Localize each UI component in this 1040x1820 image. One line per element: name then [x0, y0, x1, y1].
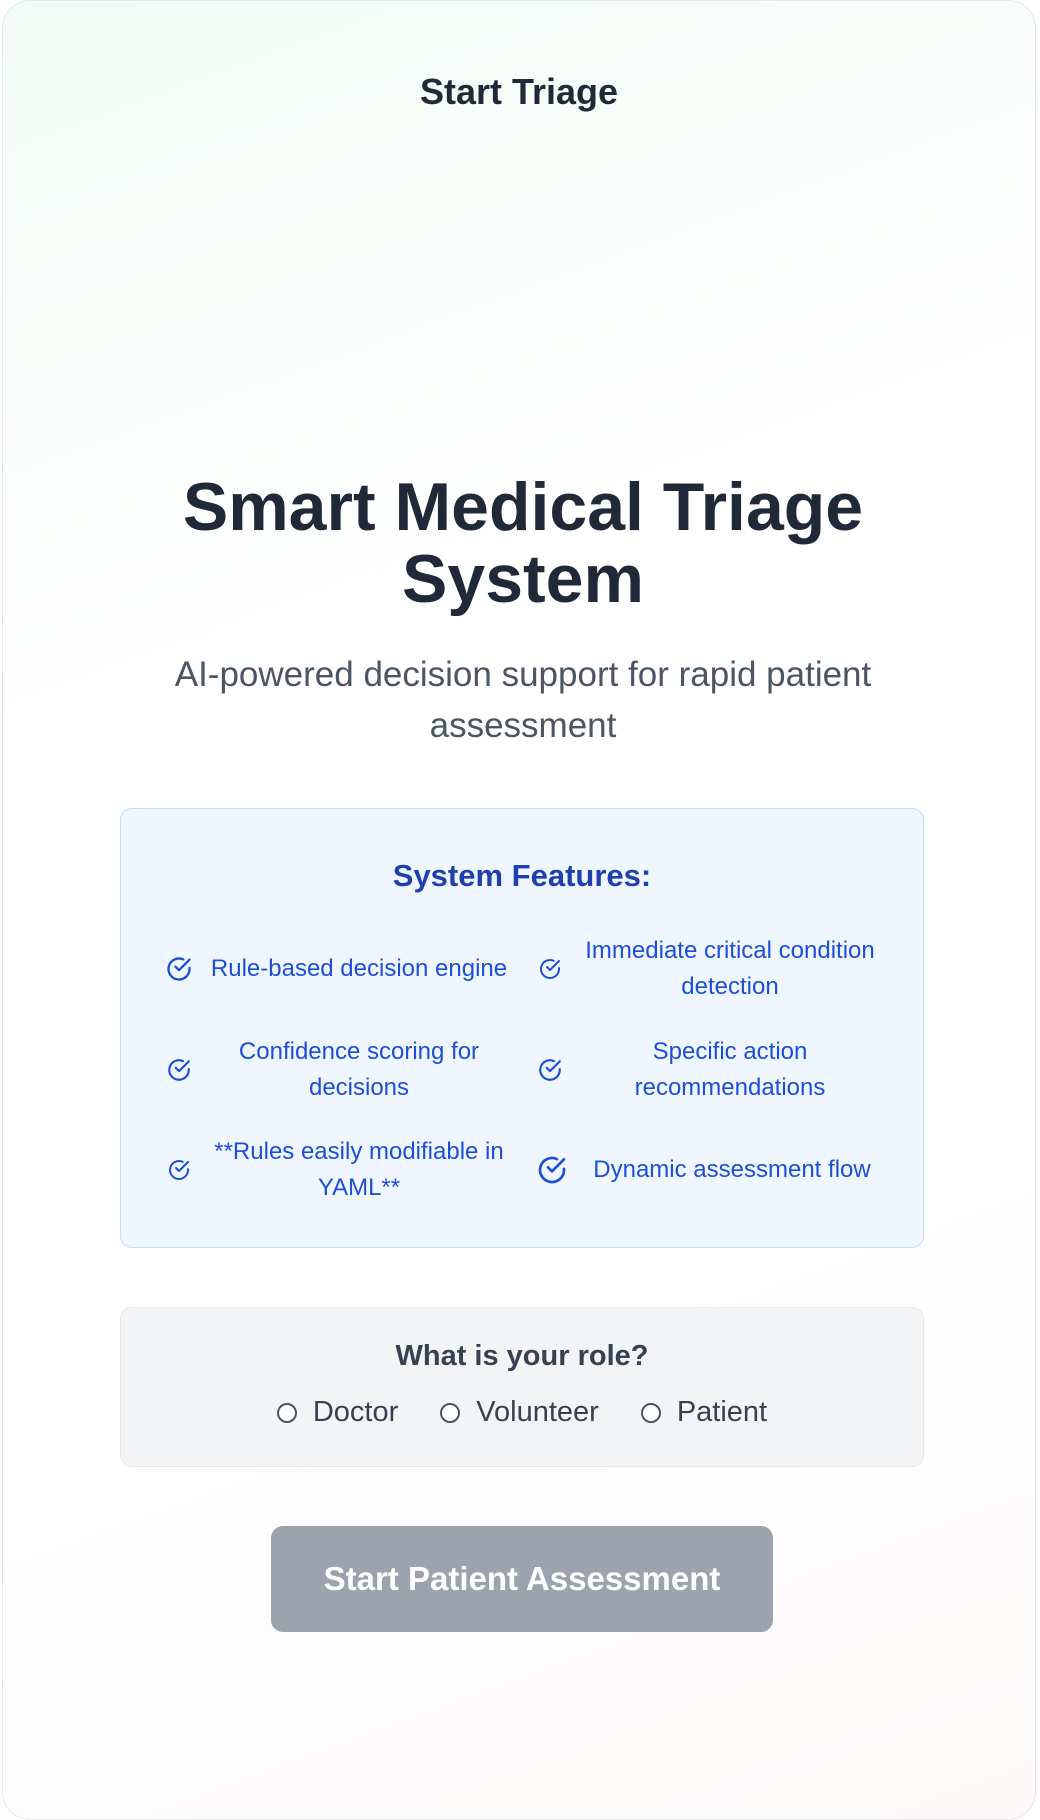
check-circle-icon	[161, 1057, 197, 1083]
feature-item: Specific action recommendations	[532, 1030, 892, 1110]
feature-text: Dynamic assessment flow	[593, 1156, 871, 1183]
feature-text: Rule-based decision engine	[210, 955, 508, 982]
check-circle-icon	[532, 1154, 572, 1186]
feature-text: Confidence scoring for decisions	[238, 1038, 480, 1101]
features-panel: System Features: Rule-based decision eng…	[120, 808, 924, 1248]
role-selector: What is your role? Doctor Volunteer Pati…	[120, 1307, 924, 1467]
role-option-patient[interactable]: Patient	[640, 1396, 768, 1429]
start-assessment-button[interactable]: Start Patient Assessment	[271, 1526, 773, 1632]
feature-text: **Rules easily modifiable in YAML**	[214, 1138, 504, 1201]
feature-item: Confidence scoring for decisions	[161, 1030, 521, 1110]
check-circle-icon	[161, 955, 197, 983]
role-label: Patient	[676, 1396, 768, 1428]
page-title: Smart Medical Triage System	[182, 469, 864, 617]
role-label: Doctor	[312, 1396, 399, 1428]
radio-patient[interactable]	[640, 1402, 661, 1423]
role-label: Volunteer	[476, 1396, 599, 1428]
role-option-doctor[interactable]: Doctor	[276, 1396, 399, 1429]
feature-item: Dynamic assessment flow	[532, 1130, 892, 1210]
header-title: Start Triage	[419, 71, 619, 112]
role-option-volunteer[interactable]: Volunteer	[440, 1396, 599, 1429]
radio-volunteer[interactable]	[440, 1402, 461, 1423]
feature-item: **Rules easily modifiable in YAML**	[161, 1130, 521, 1210]
feature-text: Immediate critical condition detection	[585, 937, 875, 1000]
role-question: What is your role?	[395, 1340, 649, 1372]
feature-item: Immediate critical condition detection	[532, 929, 892, 1009]
feature-text: Specific action recommendations	[634, 1038, 826, 1101]
check-circle-icon	[532, 957, 568, 981]
radio-doctor[interactable]	[276, 1402, 297, 1423]
app-frame: Start Triage Smart Medical Triage System…	[2, 0, 1036, 1820]
feature-item: Rule-based decision engine	[161, 929, 521, 1009]
check-circle-icon	[161, 1158, 197, 1182]
role-options: Doctor Volunteer Patient	[121, 1396, 923, 1429]
check-circle-icon	[532, 1057, 568, 1083]
features-title: System Features:	[392, 858, 652, 893]
page-subtitle: AI-powered decision support for rapid pa…	[174, 655, 872, 745]
